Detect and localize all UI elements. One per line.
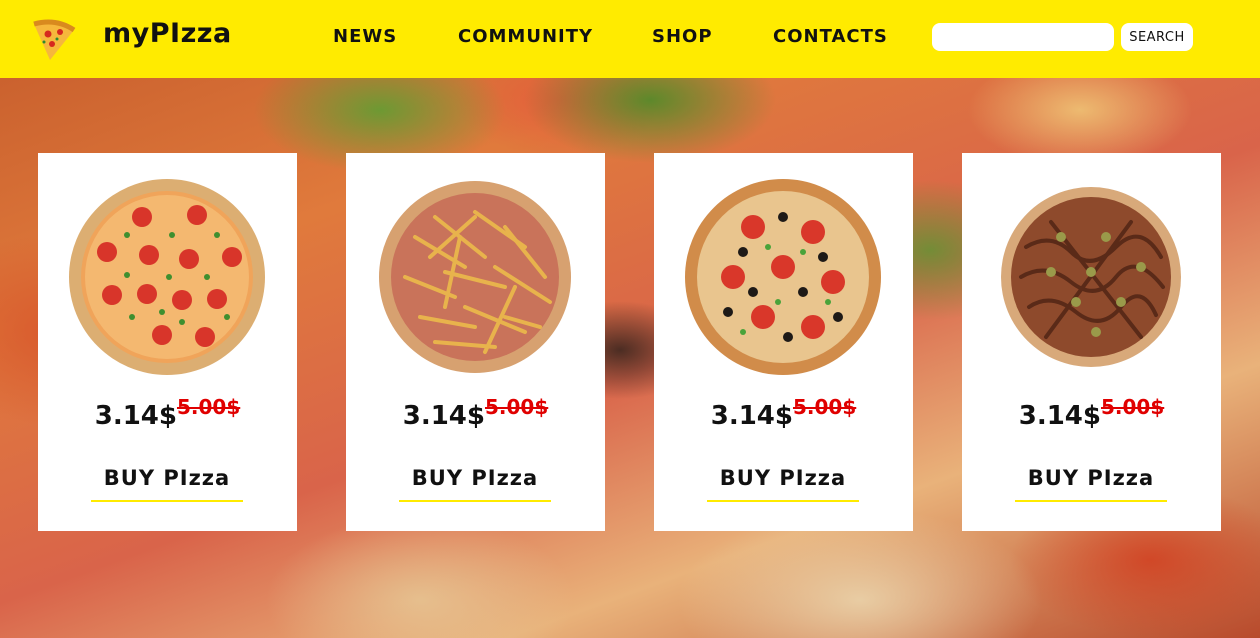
pizza-slice-logo-icon[interactable]: [30, 16, 76, 62]
nav-news[interactable]: NEWS: [333, 26, 397, 47]
buy-pizza-button[interactable]: BUY PIzza: [399, 466, 551, 502]
old-price: 5.00$: [176, 395, 241, 419]
price: 3.14$: [402, 401, 485, 431]
price: 3.14$: [710, 401, 793, 431]
product-card: 3.14$5.00$ BUY PIzza: [654, 153, 913, 531]
search-button[interactable]: SEARCH: [1121, 23, 1193, 51]
nav-contacts[interactable]: CONTACTS: [773, 26, 888, 47]
old-price: 5.00$: [484, 395, 549, 419]
nav-community[interactable]: COMMUNITY: [458, 26, 593, 47]
buy-pizza-button[interactable]: BUY PIzza: [707, 466, 859, 502]
price-row: 3.14$5.00$: [38, 395, 297, 431]
product-card: 3.14$5.00$ BUY PIzza: [346, 153, 605, 531]
product-card: 3.14$5.00$ BUY PIzza: [962, 153, 1221, 531]
product-card: 3.14$5.00$ BUY PIzza: [38, 153, 297, 531]
price-row: 3.14$5.00$: [962, 395, 1221, 431]
top-bar: myPIzza NEWS COMMUNITY SHOP CONTACTS SEA…: [0, 0, 1260, 78]
price-row: 3.14$5.00$: [654, 395, 913, 431]
price: 3.14$: [1018, 401, 1101, 431]
fries-pizza-icon: [379, 181, 571, 373]
old-price: 5.00$: [1100, 395, 1165, 419]
buy-pizza-button[interactable]: BUY PIzza: [1015, 466, 1167, 502]
price: 3.14$: [94, 401, 177, 431]
vegetable-pizza-icon: [685, 179, 881, 375]
bbq-pizza-icon: [1001, 187, 1181, 367]
search-input[interactable]: [932, 23, 1114, 51]
margherita-pizza-icon: [69, 179, 265, 375]
price-row: 3.14$5.00$: [346, 395, 605, 431]
old-price: 5.00$: [792, 395, 857, 419]
nav-shop[interactable]: SHOP: [652, 26, 713, 47]
brand-name[interactable]: myPIzza: [103, 18, 232, 49]
buy-pizza-button[interactable]: BUY PIzza: [91, 466, 243, 502]
